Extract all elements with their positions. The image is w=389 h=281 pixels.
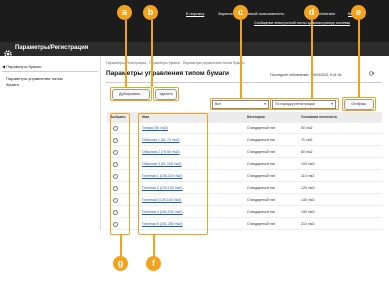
gear-icon <box>4 45 12 58</box>
sidebar-divider <box>2 71 98 72</box>
last-updated-text: Последнее обновление : 19/04/2021 9:41:3… <box>270 73 342 77</box>
top-bar: К порталу Зарегистрированный пользовател… <box>0 0 389 42</box>
row-weight: 70 г/м2 <box>301 138 313 142</box>
callout-b: b <box>143 5 158 20</box>
callout-c: c <box>233 5 248 20</box>
row-category: Стандартный тип <box>247 162 276 166</box>
callout-a: a <box>117 5 132 20</box>
row-category: Стандартный тип <box>247 186 276 190</box>
refresh-icon[interactable]: ⟳ <box>369 70 375 78</box>
callout-e: e <box>351 5 366 20</box>
logged-user-label: Зарегистрированный пользователь: <box>218 11 285 16</box>
row-category: Стандартный тип <box>247 138 276 142</box>
callout-d: d <box>304 5 319 20</box>
connector-f <box>153 235 155 256</box>
sidebar-item-paper-type[interactable]: Параметры управления типом бумаги <box>6 76 76 88</box>
app-bar: Параметры/Регистрация <box>0 42 389 58</box>
connector-e <box>358 20 360 97</box>
annotation-area <box>0 230 389 281</box>
callout-frame-g <box>110 113 130 235</box>
callout-frame-e <box>342 97 376 111</box>
row-weight: 120 г/м2 <box>301 186 315 190</box>
sidebar: ◀ Параметры бумаги Параметры управления … <box>0 60 100 230</box>
callout-frame-b <box>153 87 179 101</box>
row-weight: 50 г/м2 <box>301 126 313 130</box>
sidebar-section-paper[interactable]: ◀ Параметры бумаги <box>2 64 41 69</box>
connector-a <box>125 20 127 87</box>
connector-c <box>240 20 242 98</box>
row-weight: 190 г/м2 <box>301 210 315 214</box>
row-category: Стандартный тип <box>247 210 276 214</box>
callout-frame-d <box>270 98 339 110</box>
row-weight: 100 г/м2 <box>301 162 315 166</box>
callout-frame-a <box>110 87 152 101</box>
connector-d <box>311 20 313 98</box>
callout-g: g <box>113 256 128 271</box>
callout-frame-f <box>138 113 208 235</box>
row-weight: 210 г/м2 <box>301 222 315 226</box>
title-divider <box>106 82 382 83</box>
app-title: Параметры/Регистрация <box>15 45 89 51</box>
portal-link[interactable]: К порталу <box>186 11 204 16</box>
row-category: Стандартный тип <box>247 198 276 202</box>
row-category: Стандартный тип <box>247 174 276 178</box>
row-category: Стандартный тип <box>247 150 276 154</box>
breadcrumb: Параметры/Регистрация : Параметры бумаги… <box>106 61 245 65</box>
callout-frame-c <box>210 98 271 110</box>
connector-g <box>120 235 122 256</box>
header-category: Категория <box>247 115 265 119</box>
email-admin-link[interactable]: Сообщение электронной почты администрато… <box>254 21 350 25</box>
connector-b <box>151 20 153 87</box>
row-weight: 110 г/м2 <box>301 174 315 178</box>
row-weight: 80 г/м2 <box>301 150 313 154</box>
callout-f: f <box>146 256 161 271</box>
row-category: Стандартный тип <box>247 126 276 130</box>
row-category: Стандартный тип <box>247 222 276 226</box>
header-weight: Основная плотность <box>301 115 338 119</box>
row-weight: 140 г/м2 <box>301 198 315 202</box>
